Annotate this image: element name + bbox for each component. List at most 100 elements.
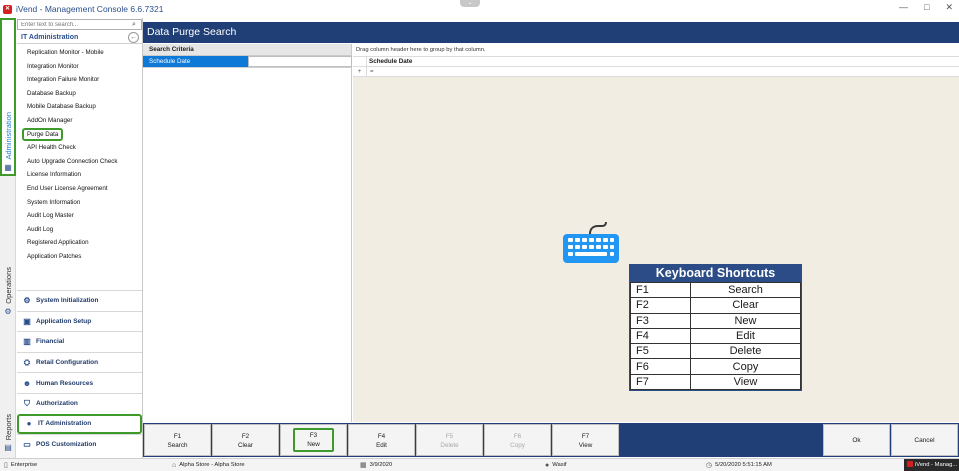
- minimize-button[interactable]: —: [899, 2, 908, 13]
- fkey-key: F2: [241, 433, 250, 440]
- shortcut-action: New: [690, 312, 801, 329]
- shortcut-row: F4 Edit: [630, 327, 801, 345]
- sidebar-item-purge-data[interactable]: Purge Data: [22, 127, 140, 142]
- shield-icon: ⛉: [24, 398, 30, 408]
- sidebar-menu-list: Replication Monitor - Mobile Integration…: [22, 46, 140, 264]
- module-pos-customization[interactable]: ▭ POS Customization: [17, 434, 142, 455]
- module-label: Application Setup: [36, 317, 92, 325]
- module-application-setup[interactable]: ▣ Application Setup: [17, 310, 142, 332]
- search-criteria-panel: Search Criteria Schedule Date: [143, 44, 352, 422]
- ivend-logo-icon: [907, 461, 913, 468]
- fkey-label: Edit: [376, 442, 387, 449]
- taskbar-app-button[interactable]: iVend - Manag...: [904, 459, 959, 471]
- shortcut-row: F2 Clear: [630, 297, 801, 314]
- fkey-label: Copy: [510, 442, 525, 449]
- f4-edit-button[interactable]: F4 Edit: [348, 424, 415, 456]
- module-it-administration[interactable]: ● IT Administration: [17, 413, 142, 435]
- module-label: Financial: [36, 338, 65, 346]
- search-input[interactable]: [18, 20, 128, 29]
- status-date: ▦ 3/9/2020: [360, 459, 392, 471]
- sidebar-item-label: API Health Check: [27, 144, 76, 152]
- module-system-initialization[interactable]: ⚙ System Initialization: [17, 290, 142, 311]
- group-by-hint[interactable]: Drag column header here to group by that…: [353, 44, 959, 56]
- ivend-logo-icon: ✕: [3, 4, 12, 14]
- criteria-label-schedule-date[interactable]: Schedule Date: [143, 56, 248, 67]
- shortcut-action: Search: [690, 281, 801, 299]
- schedule-date-input[interactable]: [248, 56, 352, 67]
- module-label: System Initialization: [36, 297, 99, 305]
- sidebar-item-label: Database Backup: [27, 89, 76, 97]
- tab-reports[interactable]: Reports ▤: [0, 406, 16, 452]
- ok-button[interactable]: Ok: [823, 424, 890, 456]
- shortcut-key: F4: [630, 327, 691, 345]
- sidebar-item-integration-monitor[interactable]: Integration Monitor: [22, 60, 140, 74]
- sidebar-item-system-information[interactable]: System Information: [22, 196, 140, 210]
- fkey-label: Clear: [237, 442, 254, 449]
- module-financial[interactable]: ▥ Financial: [17, 331, 142, 352]
- shortcut-row: F7 View: [630, 373, 801, 391]
- sidebar-item-license-information[interactable]: License Information: [22, 168, 140, 182]
- shortcuts-title: Keyboard Shortcuts: [630, 265, 801, 282]
- sidebar-item-auto-upgrade-connection-check[interactable]: Auto Upgrade Connection Check: [22, 155, 140, 169]
- sidebar-item-label: AddOn Manager: [27, 116, 73, 124]
- f1-search-button[interactable]: F1 Search: [144, 424, 211, 456]
- tab-operations-label: Operations: [3, 267, 13, 304]
- sidebar-item-addon-manager[interactable]: AddOn Manager: [22, 114, 140, 128]
- f6-copy-button[interactable]: F6 Copy: [484, 424, 551, 456]
- sidebar-item-label: End User License Agreement: [27, 184, 108, 192]
- module-label: Human Resources: [36, 379, 94, 387]
- module-human-resources[interactable]: ☻ Human Resources: [17, 372, 142, 393]
- shortcuts-table: F1 Search F2 Clear F3 New F4 Edit F5 Delete F…: [630, 281, 801, 391]
- tab-operations[interactable]: Operations ⚙: [0, 263, 16, 316]
- search-icon[interactable]: ⌕: [128, 21, 140, 29]
- maximize-button[interactable]: □: [924, 2, 929, 13]
- shortcut-row: F3 New: [630, 312, 801, 329]
- sidebar-search: ⌕: [17, 19, 142, 30]
- sidebar-item-mobile-database-backup[interactable]: Mobile Database Backup: [22, 100, 140, 114]
- user-icon: ●: [545, 462, 550, 469]
- f7-view-button[interactable]: F7 View: [552, 424, 619, 456]
- calendar-icon: ▦: [360, 462, 367, 469]
- fkey-key: F6: [513, 433, 522, 440]
- sidebar-item-end-user-license-agreement[interactable]: End User License Agreement: [22, 182, 140, 196]
- cancel-button[interactable]: Cancel: [891, 424, 958, 456]
- f3-new-button[interactable]: F3 New: [280, 424, 347, 456]
- column-header-schedule-date[interactable]: Schedule Date: [367, 58, 412, 65]
- sidebar-section-title: IT Administration: [21, 33, 79, 41]
- shortcut-row: F5 Delete: [630, 343, 801, 360]
- sidebar-item-registered-application[interactable]: Registered Application: [22, 236, 140, 250]
- module-retail-configuration[interactable]: ⛭ Retail Configuration: [17, 351, 142, 373]
- sidebar-item-database-backup[interactable]: Database Backup: [22, 87, 140, 101]
- new-row-marker[interactable]: +: [353, 66, 367, 77]
- fkey-label: View: [578, 442, 593, 449]
- sidebar-item-api-health-check[interactable]: API Health Check: [22, 141, 140, 155]
- keyboard-shortcuts-legend: Keyboard Shortcuts F1 Search F2 Clear F3 Ne…: [629, 264, 802, 392]
- grid-icon: ▦: [4, 163, 12, 172]
- back-arrow-icon[interactable]: ←: [128, 32, 139, 43]
- window-controls: — □ ✕: [899, 2, 953, 13]
- app-window: ✕ iVend - Management Console 6.6.7321 ⌄ …: [0, 0, 959, 471]
- f2-clear-button[interactable]: F2 Clear: [212, 424, 279, 456]
- module-authorization[interactable]: ⛉ Authorization: [17, 392, 142, 414]
- collapse-ribbon-button[interactable]: ⌄: [460, 0, 480, 7]
- sidebar-item-integration-failure-monitor[interactable]: Integration Failure Monitor: [22, 73, 140, 87]
- sidebar-item-audit-log[interactable]: Audit Log: [22, 223, 140, 237]
- sidebar-item-replication-monitor-mobile[interactable]: Replication Monitor - Mobile: [22, 46, 140, 60]
- f5-delete-button[interactable]: F5 Delete: [416, 424, 483, 456]
- store-icon: ⌂: [172, 462, 177, 469]
- grid-header-row: Schedule Date: [353, 56, 959, 67]
- fkey-label: Search: [167, 442, 188, 449]
- vertical-tab-strip: Administration ▦ Operations ⚙ Reports ▤: [0, 18, 16, 458]
- sidebar-item-label: Replication Monitor - Mobile: [27, 49, 104, 56]
- module-label: POS Customization: [36, 441, 97, 449]
- close-button[interactable]: ✕: [945, 2, 953, 13]
- fkey-key: F1: [173, 433, 182, 440]
- sidebar-item-audit-log-master[interactable]: Audit Log Master: [22, 209, 140, 223]
- module-list: ⚙ System Initialization ▣ Application Setu…: [17, 290, 142, 455]
- fkey-content: F4 Edit: [376, 432, 387, 450]
- tab-administration[interactable]: Administration ▦: [0, 18, 16, 176]
- shortcut-key: F6: [630, 358, 691, 375]
- sidebar-item-application-patches[interactable]: Application Patches: [22, 250, 140, 264]
- filter-operator[interactable]: =: [367, 69, 374, 75]
- shortcut-key: F2: [630, 297, 691, 314]
